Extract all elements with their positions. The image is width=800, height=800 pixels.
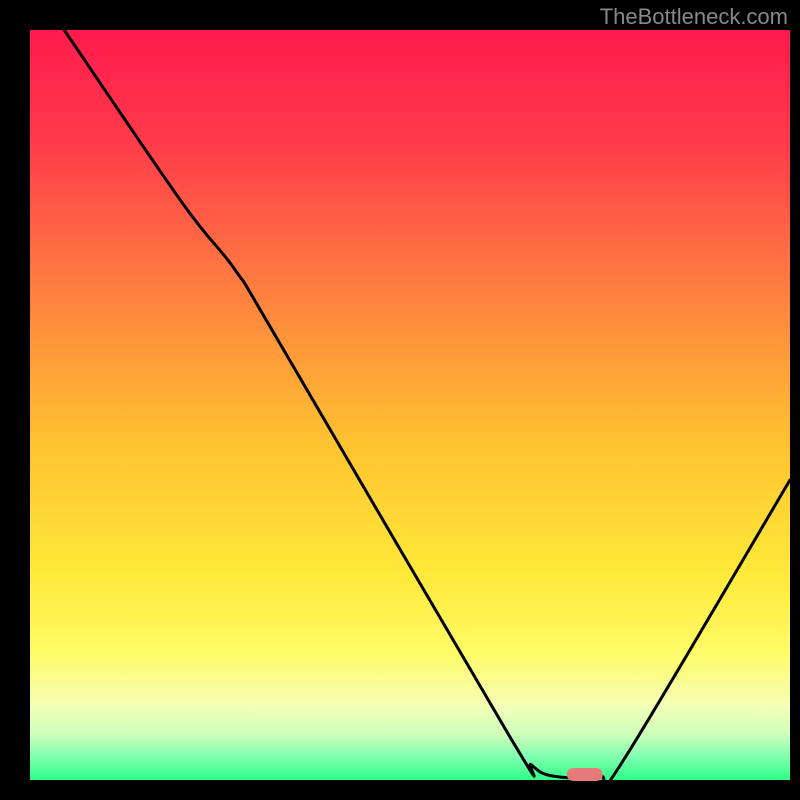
optimal-marker [567, 768, 603, 781]
bottleneck-chart [0, 0, 800, 800]
watermark-text: TheBottleneck.com [600, 4, 788, 30]
plot-background [30, 30, 790, 780]
chart-container: TheBottleneck.com [0, 0, 800, 800]
